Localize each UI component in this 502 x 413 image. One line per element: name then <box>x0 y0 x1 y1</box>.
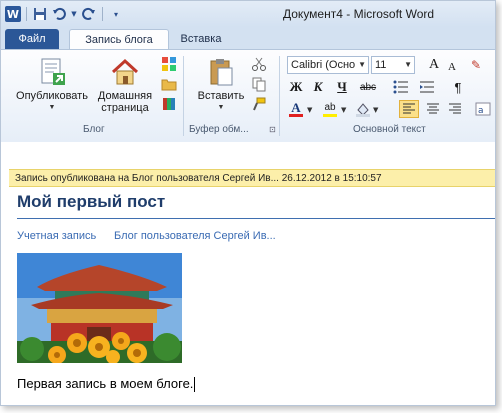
publish-notice-text: Запись опубликована на Блог пользователя… <box>15 172 382 184</box>
highlight-swatch <box>323 113 337 117</box>
customize-qat-icon[interactable]: ▾ <box>108 6 124 22</box>
text-group-label: Основной текст <box>353 124 426 135</box>
window-title: Документ4 - Microsoft Word <box>283 7 435 21</box>
highlight-dropdown-icon[interactable]: ▼ <box>341 106 346 114</box>
clipboard-launcher-icon[interactable]: ⊡ <box>269 125 276 134</box>
grow-font-button[interactable]: A <box>425 56 443 74</box>
highlight-button[interactable]: ab <box>321 100 339 118</box>
home-page-label-2: страница <box>101 102 149 114</box>
shrink-font-button[interactable]: A <box>443 58 461 76</box>
open-existing-icon[interactable] <box>161 76 177 92</box>
tab-blog-post[interactable]: Запись блога <box>69 29 169 50</box>
paste-icon <box>210 59 233 86</box>
font-size-value: 11 <box>375 59 387 71</box>
format-painter-icon[interactable] <box>251 96 267 112</box>
quick-access-toolbar: W ▼ ▾ <box>5 5 124 23</box>
strikethrough-button[interactable]: abc <box>357 78 379 96</box>
blog-link[interactable]: Блог пользователя Сергей Ив... <box>114 230 276 242</box>
publish-label: Опубликовать <box>16 90 88 102</box>
align-left-icon[interactable] <box>399 100 419 118</box>
undo-dropdown-icon[interactable]: ▼ <box>70 6 78 22</box>
copy-icon[interactable] <box>251 76 267 92</box>
font-color-button[interactable]: A <box>287 100 305 118</box>
tab-insert[interactable]: Вставка <box>171 29 231 49</box>
highlight-glyph: ab <box>324 101 336 113</box>
publish-icon <box>41 58 65 85</box>
publish-dropdown-icon: ▼ <box>48 104 56 111</box>
text-cursor <box>194 377 196 393</box>
font-name-dropdown-icon: ▼ <box>358 60 366 69</box>
paste-button[interactable]: Вставить ▼ <box>191 56 251 114</box>
account-link[interactable]: Учетная запись <box>17 230 96 242</box>
publish-notice-bar: Запись опубликована на Блог пользователя… <box>9 169 495 187</box>
post-image[interactable] <box>17 253 182 363</box>
home-page-button[interactable]: Домашняя страница <box>93 56 157 114</box>
italic-button[interactable]: К <box>309 78 327 96</box>
post-title[interactable]: Мой первый пост <box>17 192 165 212</box>
bold-button[interactable]: Ж <box>287 78 305 96</box>
document-area[interactable]: Запись опубликована на Блог пользователя… <box>1 142 495 405</box>
underline-button[interactable]: Ч <box>333 78 351 96</box>
shading-icon[interactable] <box>355 101 371 117</box>
publish-button[interactable]: Опубликовать ▼ <box>13 56 91 114</box>
svg-text:a: a <box>478 106 484 116</box>
paste-dropdown-icon: ▼ <box>217 104 225 111</box>
bullets-icon[interactable] <box>393 79 409 95</box>
font-size-combo[interactable]: 11 ▼ <box>371 56 415 74</box>
tab-file[interactable]: Файл <box>5 29 59 49</box>
paste-label: Вставить <box>197 90 245 102</box>
font-size-dropdown-icon: ▼ <box>404 60 412 69</box>
font-color-swatch <box>289 113 303 117</box>
shading-dropdown-icon[interactable]: ▼ <box>373 106 378 114</box>
group-divider-2 <box>279 56 280 136</box>
clipboard-group-label: Буфер обм... <box>189 124 249 135</box>
font-color-glyph: A <box>291 99 301 115</box>
ribbon-tabs: Файл Запись блога Вставка <box>1 27 495 50</box>
qat-divider-2 <box>102 7 103 21</box>
post-body-text[interactable]: Первая запись в моем блоге. <box>17 376 196 393</box>
font-name-combo[interactable]: Calibri (Осно ▼ <box>287 56 369 74</box>
styles-icon[interactable]: a <box>475 101 491 117</box>
qat-divider <box>26 7 27 21</box>
show-formatting-button[interactable]: ¶ <box>449 78 467 96</box>
align-center-icon[interactable] <box>425 101 441 117</box>
group-divider-1 <box>183 56 184 136</box>
category-icon[interactable] <box>161 56 177 72</box>
ribbon: Опубликовать ▼ Домашняя страница Блог Вс… <box>1 49 495 143</box>
home-page-label-1: Домашняя <box>97 90 153 102</box>
home-icon <box>111 58 139 85</box>
font-color-dropdown-icon[interactable]: ▼ <box>307 106 312 114</box>
title-divider <box>17 218 495 219</box>
undo-icon[interactable] <box>51 6 67 22</box>
post-body-content: Первая запись в моем блоге. <box>17 376 194 391</box>
cut-icon[interactable] <box>251 56 267 72</box>
blog-group-label: Блог <box>83 124 105 135</box>
word-window: W ▼ ▾ Документ4 - Microsoft Word Файл За… <box>0 0 496 406</box>
numbering-icon[interactable] <box>419 79 435 95</box>
redo-icon[interactable] <box>81 6 97 22</box>
clear-format-icon[interactable]: ✎ <box>467 56 485 74</box>
align-right-icon[interactable] <box>447 101 463 117</box>
save-icon[interactable] <box>32 6 48 22</box>
word-app-icon[interactable]: W <box>5 6 21 22</box>
title-bar: W ▼ ▾ Документ4 - Microsoft Word <box>1 1 495 27</box>
manage-accounts-icon[interactable] <box>161 96 177 112</box>
font-name-value: Calibri (Осно <box>291 59 356 71</box>
